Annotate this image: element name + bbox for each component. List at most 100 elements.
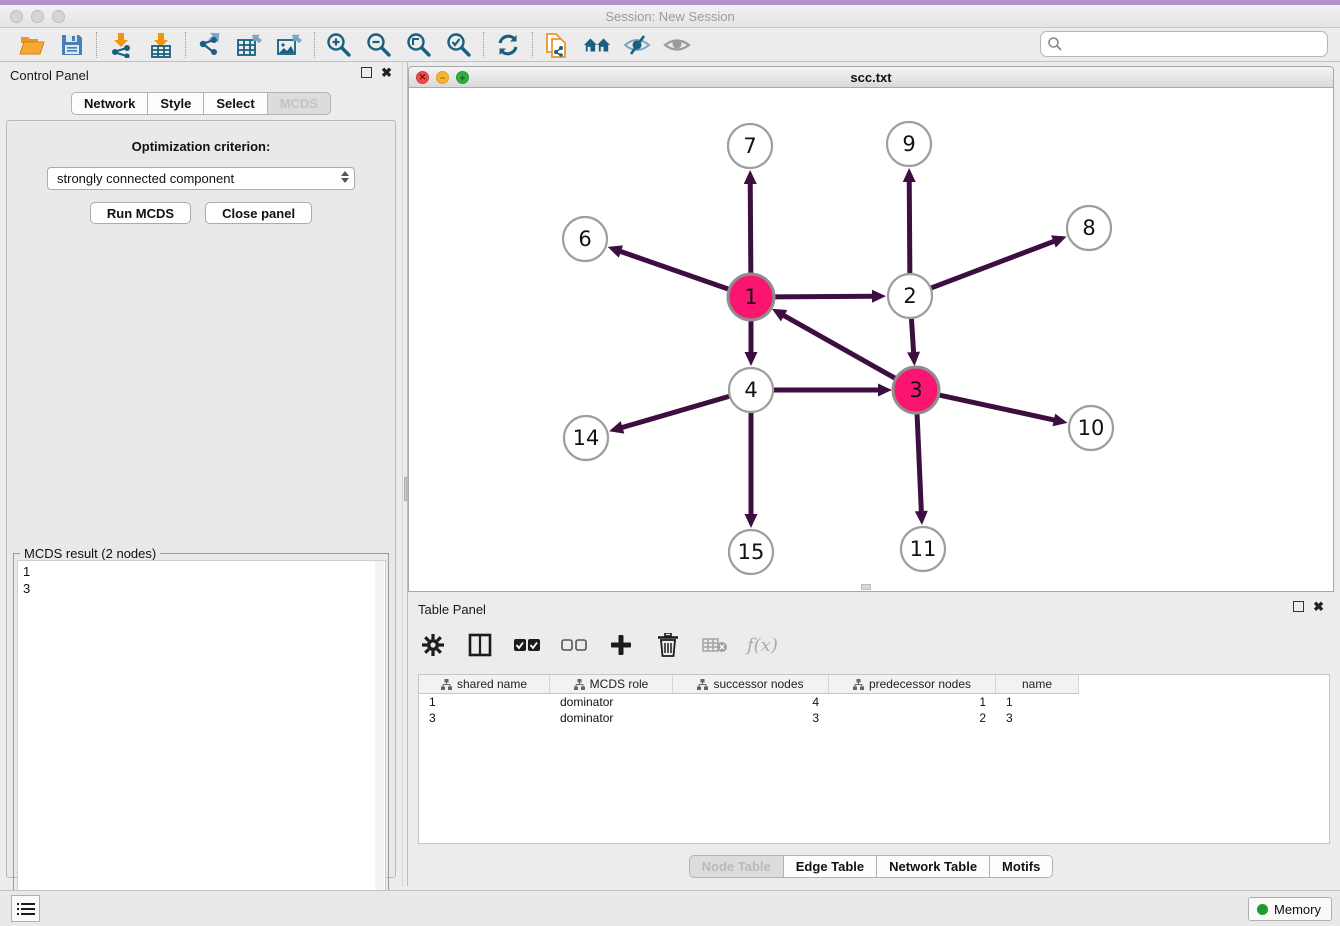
column-header-mcds-role[interactable]: MCDS role: [550, 675, 673, 693]
canvas-scroll-handle[interactable]: [861, 584, 871, 590]
memory-label: Memory: [1274, 902, 1321, 917]
delete-icon[interactable]: [653, 630, 683, 660]
table-cell[interactable]: 4: [673, 694, 829, 710]
criterion-select[interactable]: strongly connected component: [47, 167, 355, 190]
splitter-handle-icon[interactable]: [404, 477, 407, 501]
home-icon[interactable]: [583, 31, 611, 59]
edge-arrowhead: [1052, 414, 1067, 427]
close-table-panel-icon[interactable]: ✖: [1313, 601, 1324, 612]
edge-arrowhead: [915, 511, 928, 525]
run-mcds-button[interactable]: Run MCDS: [90, 202, 191, 224]
float-panel-icon[interactable]: [361, 67, 372, 78]
mcds-result-title: MCDS result (2 nodes): [20, 546, 160, 561]
table-cell[interactable]: 3: [419, 710, 550, 726]
graph-node-label: 8: [1082, 216, 1095, 240]
edge-2-3[interactable]: [911, 318, 913, 356]
mcds-result-text[interactable]: 1 3: [17, 560, 386, 926]
column-header-predecessor-nodes[interactable]: predecessor nodes: [829, 675, 996, 693]
float-table-panel-icon[interactable]: [1293, 601, 1304, 612]
tab-edge-table[interactable]: Edge Table: [783, 855, 877, 878]
result-scrollbar[interactable]: [375, 561, 384, 925]
table-cell[interactable]: 1: [996, 694, 1079, 710]
graph-node-label: 6: [578, 227, 591, 251]
graph-node-label: 10: [1078, 416, 1105, 440]
table-cell[interactable]: 3: [673, 710, 829, 726]
task-history-button[interactable]: [11, 895, 40, 922]
edge-arrowhead: [745, 352, 758, 366]
select-stepper-icon: [341, 171, 349, 183]
tab-network-table[interactable]: Network Table: [876, 855, 990, 878]
control-panel: Control Panel ✖ Network Style Select MCD…: [0, 62, 402, 886]
select-all-check-icon[interactable]: [512, 630, 542, 660]
application-window: Session: New Session: [0, 0, 1340, 926]
table-cell[interactable]: 2: [829, 710, 996, 726]
network-canvas[interactable]: 7968124314101511: [409, 88, 1333, 591]
table-toolbar: f(x): [418, 626, 778, 664]
edge-arrowhead: [1051, 235, 1066, 247]
edge-2-9[interactable]: [909, 178, 910, 274]
search-input[interactable]: [1040, 31, 1328, 57]
tab-motifs[interactable]: Motifs: [989, 855, 1053, 878]
window-title: Session: New Session: [0, 9, 1340, 24]
table-row[interactable]: 3dominator323: [419, 710, 1079, 726]
edge-1-6[interactable]: [617, 250, 730, 290]
edge-2-8[interactable]: [931, 240, 1058, 288]
control-panel-title: Control Panel: [10, 68, 89, 83]
tab-node-table[interactable]: Node Table: [689, 855, 784, 878]
clone-network-icon[interactable]: [543, 31, 571, 59]
gear-icon[interactable]: [418, 630, 448, 660]
column-header-shared-name[interactable]: shared name: [419, 675, 550, 693]
table-cell[interactable]: dominator: [550, 710, 673, 726]
edge-4-14[interactable]: [619, 396, 730, 428]
column-header-name[interactable]: name: [996, 675, 1079, 693]
edge-arrowhead: [608, 245, 623, 257]
import-network-icon[interactable]: [107, 31, 135, 59]
zoom-in-icon[interactable]: [325, 31, 353, 59]
edge-3-10[interactable]: [937, 395, 1057, 421]
edge-arrowhead: [609, 421, 624, 433]
open-file-icon[interactable]: [18, 31, 46, 59]
table-body: 1dominator4113dominator323: [419, 694, 1329, 726]
zoom-out-icon[interactable]: [365, 31, 393, 59]
zoom-selected-icon[interactable]: [445, 31, 473, 59]
hide-eye-icon[interactable]: [623, 31, 651, 59]
memory-button[interactable]: Memory: [1248, 897, 1332, 921]
table-header-row: shared name MCDS role successor nodes pr…: [419, 675, 1079, 694]
deselect-all-icon[interactable]: [559, 630, 589, 660]
edge-3-11[interactable]: [917, 412, 922, 515]
table-cell[interactable]: 3: [996, 710, 1079, 726]
close-panel-button[interactable]: Close panel: [205, 202, 312, 224]
table-cell[interactable]: dominator: [550, 694, 673, 710]
close-panel-icon[interactable]: ✖: [381, 67, 392, 78]
table-cell[interactable]: 1: [829, 694, 996, 710]
graph-node-label: 14: [573, 426, 600, 450]
node-table[interactable]: shared name MCDS role successor nodes pr…: [418, 674, 1330, 844]
edge-1-7[interactable]: [750, 180, 751, 275]
table-row[interactable]: 1dominator411: [419, 694, 1079, 710]
table-cell[interactable]: 1: [419, 694, 550, 710]
columns-icon[interactable]: [465, 630, 495, 660]
export-image-icon[interactable]: [276, 31, 304, 59]
optimization-criterion-label: Optimization criterion:: [7, 139, 395, 154]
show-eye-icon[interactable]: [663, 31, 691, 59]
export-table-icon[interactable]: [236, 31, 264, 59]
tab-network[interactable]: Network: [71, 92, 148, 115]
tab-mcds[interactable]: MCDS: [267, 92, 331, 115]
add-icon[interactable]: [606, 630, 636, 660]
refresh-icon[interactable]: [494, 31, 522, 59]
save-session-icon[interactable]: [58, 31, 86, 59]
main-toolbar: [0, 28, 1340, 62]
network-window-titlebar[interactable]: ✕ − + scc.txt: [409, 67, 1333, 88]
zoom-fit-icon[interactable]: [405, 31, 433, 59]
function-fx-icon: f(x): [747, 635, 778, 656]
delete-table-icon: [700, 630, 730, 660]
edge-3-1[interactable]: [781, 314, 897, 380]
network-graph: 7968124314101511: [409, 88, 1333, 591]
import-table-icon[interactable]: [147, 31, 175, 59]
export-network-icon[interactable]: [196, 31, 224, 59]
column-header-successor-nodes[interactable]: successor nodes: [673, 675, 829, 693]
tab-style[interactable]: Style: [147, 92, 204, 115]
tab-select[interactable]: Select: [203, 92, 267, 115]
table-panel-title: Table Panel: [418, 602, 486, 617]
edge-1-2[interactable]: [773, 296, 876, 297]
